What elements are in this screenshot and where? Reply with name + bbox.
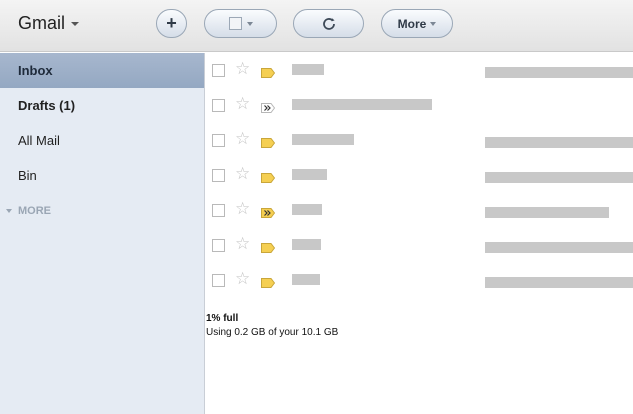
star-icon[interactable]: ☆ (235, 130, 250, 147)
redacted-sender (292, 99, 432, 110)
redacted-subject (485, 207, 609, 218)
sidebar-item-label: Bin (18, 168, 37, 183)
label-icon (261, 65, 276, 83)
message-row[interactable]: ☆ (206, 123, 633, 158)
more-actions-button[interactable]: More (381, 9, 453, 38)
row-checkbox[interactable] (212, 274, 225, 287)
redacted-subject (485, 172, 633, 183)
star-icon[interactable]: ☆ (235, 95, 250, 112)
label-icon (261, 135, 276, 153)
message-row[interactable]: ☆ (206, 53, 633, 88)
app-title: Gmail (18, 13, 66, 33)
storage-percent: 1% full (206, 313, 239, 324)
label-icon (261, 275, 276, 293)
select-button[interactable] (204, 9, 277, 38)
chevron-down-icon (6, 208, 12, 213)
sidebar-more-toggle[interactable]: MORE (0, 193, 204, 228)
row-checkbox[interactable] (212, 204, 225, 217)
row-checkbox[interactable] (212, 99, 225, 112)
redacted-subject (485, 277, 633, 288)
row-checkbox[interactable] (212, 134, 225, 147)
sidebar-item-inbox[interactable]: Inbox (0, 53, 204, 88)
star-icon[interactable]: ☆ (235, 60, 250, 77)
forward-icon (261, 100, 276, 118)
redacted-subject (485, 67, 633, 78)
redacted-subject (485, 242, 633, 253)
chevron-down-icon (71, 21, 80, 26)
gmail-app: Gmail + More Inbox Drafts (1) All Mail B… (0, 0, 633, 414)
sidebar: Inbox Drafts (1) All Mail Bin MORE (0, 53, 205, 414)
star-icon[interactable]: ☆ (235, 270, 250, 287)
storage-usage: Using 0.2 GB of your 10.1 GB (206, 327, 339, 338)
message-row[interactable]: ☆ (206, 193, 633, 228)
star-icon[interactable]: ☆ (235, 165, 250, 182)
message-row[interactable]: ☆ (206, 88, 633, 123)
row-checkbox[interactable] (212, 239, 225, 252)
redacted-sender (292, 64, 324, 75)
message-row[interactable]: ☆ (206, 158, 633, 193)
message-list: ☆ ☆ ☆ ☆ ☆ ☆ ☆ (206, 53, 633, 298)
storage-info: 1% full Using 0.2 GB of your 10.1 GB (206, 313, 338, 338)
sidebar-item-label: Inbox (18, 63, 53, 78)
checkbox-icon (228, 17, 242, 30)
star-icon[interactable]: ☆ (235, 200, 250, 217)
chevron-down-icon (246, 21, 253, 26)
redacted-sender (292, 239, 321, 250)
redacted-sender (292, 169, 327, 180)
toolbar: Gmail + More (0, 0, 633, 52)
row-checkbox[interactable] (212, 169, 225, 182)
forward-icon (261, 205, 276, 223)
plus-icon: + (166, 13, 177, 33)
message-row[interactable]: ☆ (206, 228, 633, 263)
label-icon (261, 240, 276, 258)
sidebar-more-label: MORE (18, 204, 51, 217)
sidebar-item-label: Drafts (1) (18, 98, 76, 113)
sidebar-item-bin[interactable]: Bin (0, 158, 204, 193)
message-row[interactable]: ☆ (206, 263, 633, 298)
sidebar-item-drafts[interactable]: Drafts (1) (0, 88, 204, 123)
compose-button[interactable]: + (156, 9, 187, 38)
label-icon (261, 170, 276, 188)
refresh-icon (321, 16, 337, 32)
refresh-button[interactable] (293, 9, 364, 38)
redacted-subject (485, 137, 633, 148)
redacted-sender (292, 134, 354, 145)
redacted-sender (292, 204, 322, 215)
star-icon[interactable]: ☆ (235, 235, 250, 252)
sidebar-item-all-mail[interactable]: All Mail (0, 123, 204, 158)
app-switcher[interactable]: Gmail (18, 13, 80, 34)
redacted-sender (292, 274, 320, 285)
row-checkbox[interactable] (212, 64, 225, 77)
chevron-down-icon (430, 21, 437, 26)
more-actions-label: More (397, 16, 427, 31)
sidebar-item-label: All Mail (18, 133, 60, 148)
